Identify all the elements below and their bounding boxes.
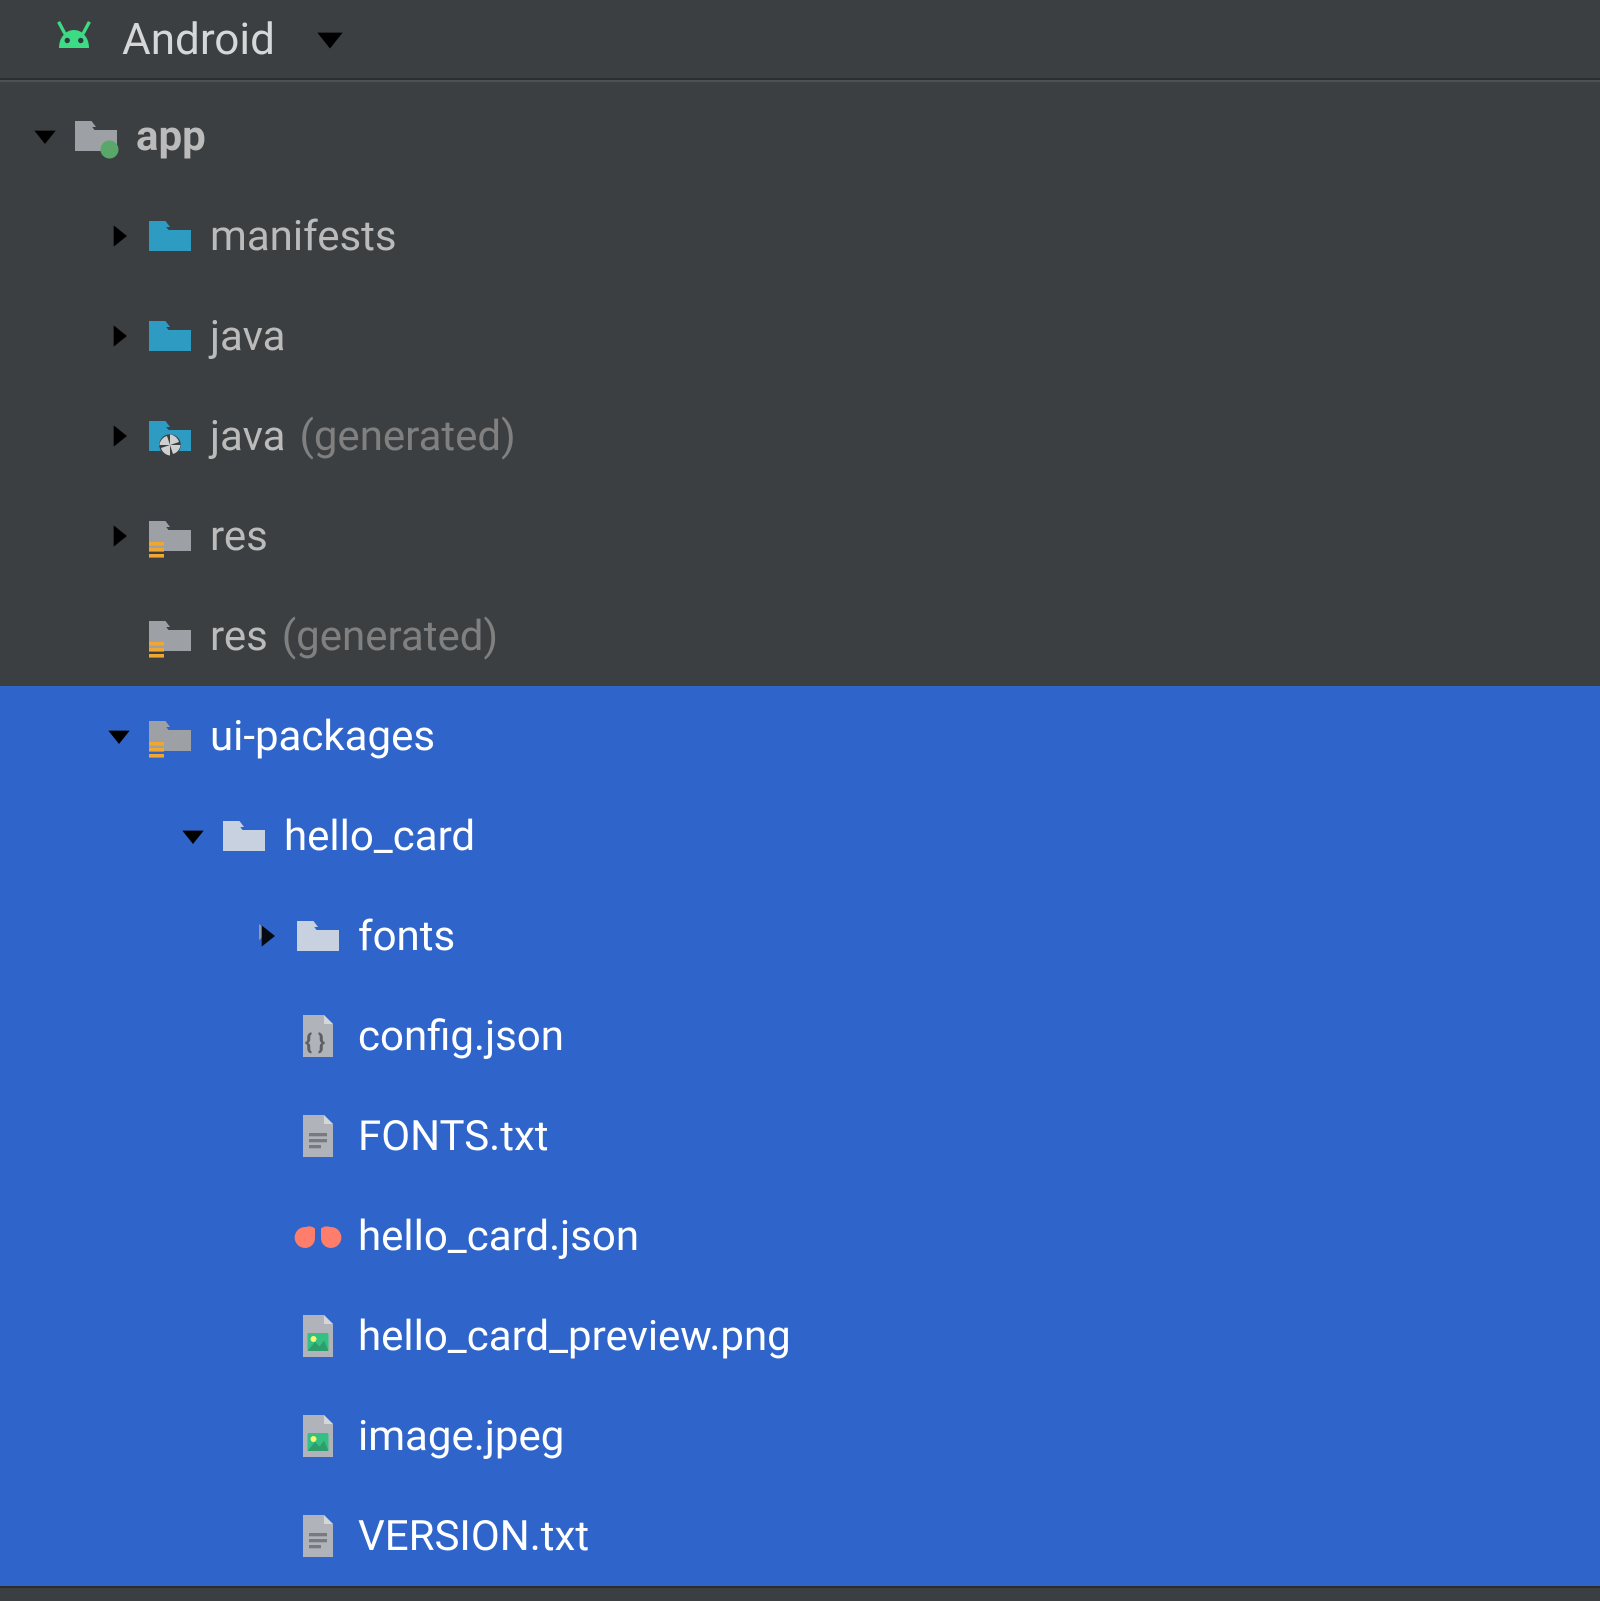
- tree-node-hello-card-json[interactable]: hello_card.json: [0, 1186, 1600, 1286]
- tree-node-label: ui-packages: [210, 712, 435, 761]
- text-file-icon: [294, 1512, 342, 1560]
- tree-node-res[interactable]: res: [0, 486, 1600, 586]
- tree-node-ui-packages[interactable]: ui-packages: [0, 686, 1600, 786]
- tree-node-suffix: (generated): [299, 412, 515, 461]
- folder-icon: [146, 212, 194, 260]
- chevron-down-icon: [103, 720, 135, 752]
- tree-node-suffix: (generated): [282, 612, 498, 661]
- tree-node-label: config.json: [358, 1012, 564, 1061]
- chevron-right-icon: [251, 920, 283, 952]
- tree-node-label: fonts: [358, 912, 455, 961]
- chevron-down-icon: [177, 820, 209, 852]
- project-view-label: Android: [122, 13, 275, 65]
- text-file-icon: [294, 1112, 342, 1160]
- tree-node-gradle-scripts[interactable]: Gradle Scripts: [0, 1586, 1600, 1601]
- tree-node-label: res: [210, 512, 268, 561]
- tree-node-label: java: [210, 312, 285, 361]
- folder-icon: [294, 912, 342, 960]
- chevron-right-icon: [103, 520, 135, 552]
- tree-node-manifests[interactable]: manifests: [0, 186, 1600, 286]
- tree-node-java-generated[interactable]: java (generated): [0, 386, 1600, 486]
- tree-node-app[interactable]: app: [0, 86, 1600, 186]
- tree-node-java[interactable]: java: [0, 286, 1600, 386]
- dropdown-chevron-icon[interactable]: [311, 20, 349, 58]
- tree-node-version-txt[interactable]: VERSION.txt: [0, 1486, 1600, 1586]
- tree-node-fonts-txt[interactable]: FONTS.txt: [0, 1086, 1600, 1186]
- tree-node-label: hello_card_preview.png: [358, 1312, 791, 1361]
- tree-node-image-jpeg[interactable]: image.jpeg: [0, 1386, 1600, 1486]
- json-file-icon: [294, 1012, 342, 1060]
- resource-folder-icon: [146, 712, 194, 760]
- image-file-icon: [294, 1412, 342, 1460]
- chevron-right-icon: [103, 220, 135, 252]
- image-file-icon: [294, 1312, 342, 1360]
- tree-node-label: hello_card: [284, 812, 475, 861]
- tree-node-label: FONTS.txt: [358, 1112, 549, 1161]
- chevron-right-icon: [103, 420, 135, 452]
- folder-icon: [146, 312, 194, 360]
- tree-node-label: VERSION.txt: [358, 1512, 589, 1561]
- chevron-down-icon: [29, 120, 61, 152]
- resource-folder-icon: [146, 512, 194, 560]
- android-icon: [50, 15, 98, 63]
- project-view-header[interactable]: Android: [0, 0, 1600, 80]
- tree-node-label: java: [210, 412, 285, 461]
- tree-node-fonts[interactable]: fonts: [0, 886, 1600, 986]
- tree-node-res-generated[interactable]: res (generated): [0, 586, 1600, 686]
- project-tree[interactable]: app manifests java java (generated) res …: [0, 80, 1600, 1601]
- tree-node-hello-card[interactable]: hello_card: [0, 786, 1600, 886]
- tree-node-config-json[interactable]: config.json: [0, 986, 1600, 1086]
- module-folder-icon: [72, 112, 120, 160]
- generated-folder-icon: [146, 412, 194, 460]
- chevron-right-icon: [103, 320, 135, 352]
- tree-node-label: manifests: [210, 212, 397, 261]
- tree-node-label: app: [136, 112, 206, 161]
- folder-icon: [220, 812, 268, 860]
- resource-folder-icon: [146, 612, 194, 660]
- relay-icon: [294, 1212, 342, 1260]
- tree-node-label: res: [210, 612, 268, 661]
- tree-node-label: image.jpeg: [358, 1412, 564, 1461]
- tree-node-label: hello_card.json: [358, 1212, 639, 1261]
- tree-node-preview-png[interactable]: hello_card_preview.png: [0, 1286, 1600, 1386]
